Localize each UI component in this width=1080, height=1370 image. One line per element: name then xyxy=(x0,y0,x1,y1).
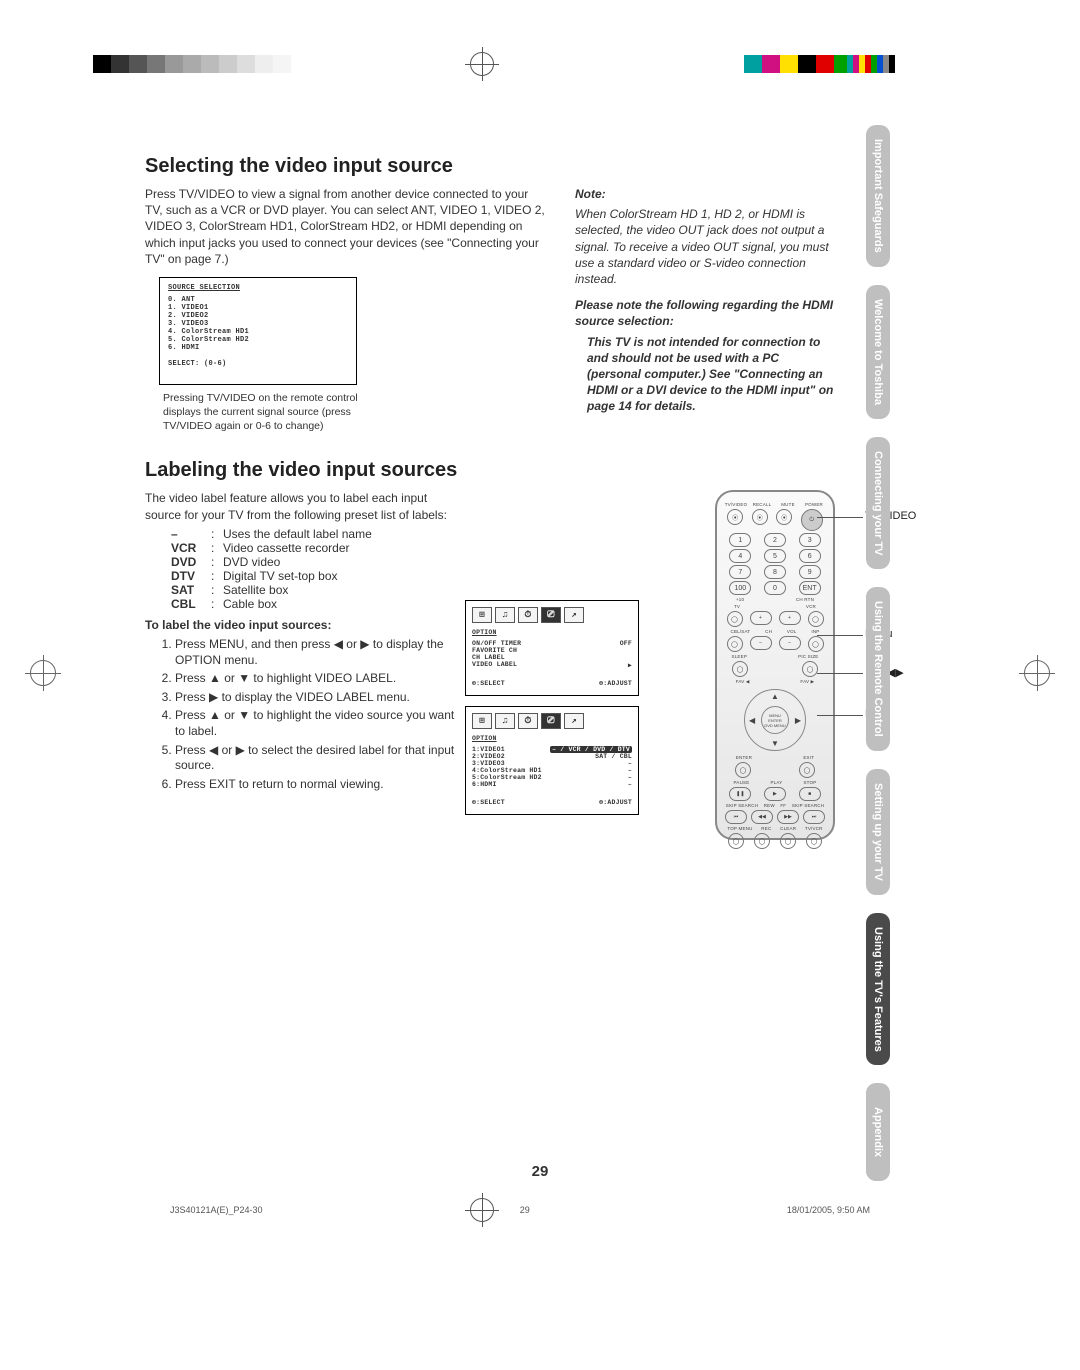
section-tab: Important Safeguards xyxy=(866,125,890,267)
page-number: 29 xyxy=(0,1163,1080,1180)
note2-body: This TV is not intended for connection t… xyxy=(575,334,835,415)
section-tab: Setting up your TV xyxy=(866,769,890,895)
section-tab: Connecting your TV xyxy=(866,437,890,570)
heading-selecting-source: Selecting the video input source xyxy=(145,155,835,178)
registration-greyscale xyxy=(93,55,291,73)
osd-caption: Pressing TV/VIDEO on the remote control … xyxy=(163,391,363,434)
crosshair-icon xyxy=(1024,660,1050,686)
footer: J3S40121A(E)_P24-30 29 18/01/2005, 9:50 … xyxy=(170,1205,870,1215)
steps-heading: To label the video input sources: xyxy=(145,617,455,633)
page-content: Selecting the video input source Press T… xyxy=(145,155,835,840)
crosshair-icon xyxy=(470,52,494,76)
section-tabs: Important Safeguards Welcome to Toshiba Co… xyxy=(866,125,890,1181)
note-heading: Note: xyxy=(575,186,835,202)
footer-doc-id: J3S40121A(E)_P24-30 xyxy=(170,1205,263,1215)
heading-labeling-sources: Labeling the video input sources xyxy=(145,459,835,482)
steps-list: Press MENU, and then press ◀ or ▶ to dis… xyxy=(159,637,455,792)
section-tab: Using the Remote Control xyxy=(866,587,890,751)
remote-illustration: TV/VIDEORECALLMUTEPOWER⦿⦿⦿⏻1234567891000… xyxy=(715,490,835,840)
registration-small xyxy=(847,55,895,73)
osd-source-selection: SOURCE SELECTION 0. ANT1. VIDEO12. VIDEO… xyxy=(159,277,357,385)
paragraph-labeling: The video label feature allows you to la… xyxy=(145,490,455,522)
osd-title: SOURCE SELECTION xyxy=(168,284,348,292)
label-table: –:Uses the default label nameVCR:Video c… xyxy=(171,527,455,611)
crosshair-icon xyxy=(30,660,56,686)
osd-footer: SELECT: (0-6) xyxy=(168,360,348,368)
section-tab: Welcome to Toshiba xyxy=(866,285,890,419)
paragraph-selecting-source: Press TV/VIDEO to view a signal from ano… xyxy=(145,186,545,267)
section-tab: Using the TV's Features xyxy=(866,913,890,1066)
option-menu-1: ⊞♫⏱⎚↗OPTIONON/OFF TIMEROFFFAVORITE CHCH … xyxy=(465,600,639,696)
option-menu-2: ⊞♫⏱⎚↗OPTION1:VIDEO1– / VCR / DVD / DTV2:… xyxy=(465,706,639,815)
footer-timestamp: 18/01/2005, 9:50 AM xyxy=(787,1205,870,1215)
note2-heading: Please note the following regarding the … xyxy=(575,297,835,329)
note-body: When ColorStream HD 1, HD 2, or HDMI is … xyxy=(575,206,835,287)
footer-page: 29 xyxy=(520,1205,530,1215)
